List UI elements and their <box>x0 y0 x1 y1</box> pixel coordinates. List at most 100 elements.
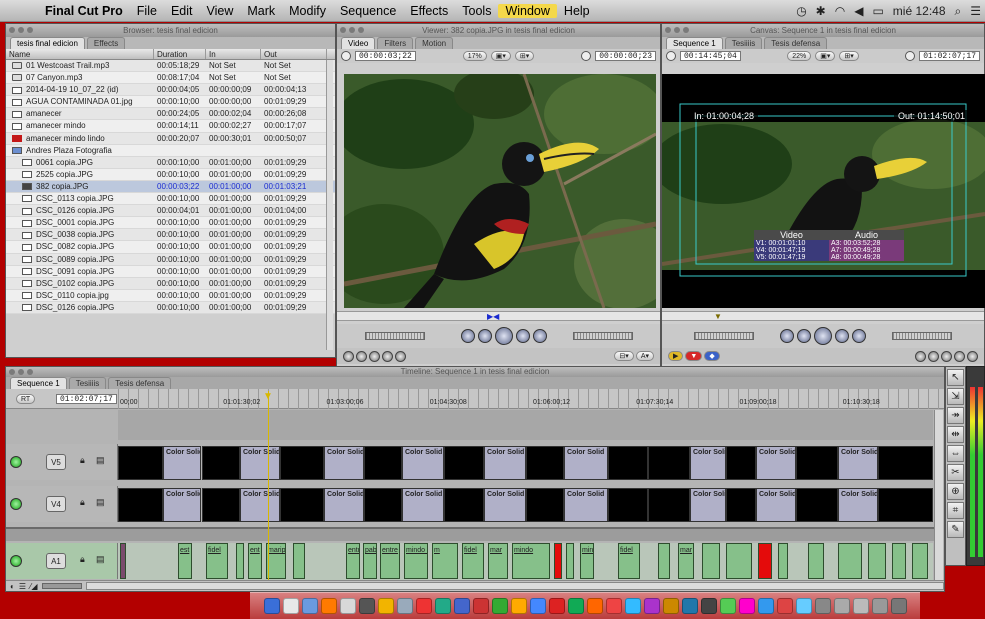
minimize-button[interactable] <box>349 27 355 33</box>
browser-row[interactable]: AGUA CONTAMINADA 01.jpg 00:00:10;00 00:00:… <box>6 96 335 109</box>
mail-icon[interactable] <box>339 598 356 614</box>
safari-icon[interactable] <box>301 598 318 614</box>
audio-clip[interactable] <box>554 543 562 579</box>
audio-clip[interactable]: maripo <box>266 543 286 579</box>
previous-edit-button[interactable] <box>460 329 475 343</box>
browser-row[interactable]: DSC_0102 copia.JPG 00:00:10;00 00:01:00;00… <box>6 277 335 290</box>
playhead-handle-icon[interactable]: ▼ <box>263 391 273 402</box>
match-frame-button[interactable] <box>343 350 354 362</box>
tab-effects[interactable]: Effects <box>86 37 126 49</box>
audio-clip[interactable] <box>726 543 752 579</box>
tab-sequence-1[interactable]: Sequence 1 <box>666 37 723 49</box>
menu-mark[interactable]: Mark <box>240 4 282 18</box>
shuttle-control[interactable] <box>364 332 425 340</box>
close-button[interactable] <box>665 27 671 33</box>
play-around-button[interactable] <box>835 329 849 343</box>
audio-clip[interactable] <box>892 543 906 579</box>
video-clip[interactable] <box>796 446 838 480</box>
audio-clip[interactable] <box>293 543 305 579</box>
video-clip[interactable] <box>648 446 690 480</box>
tab-tesiiiis[interactable]: Tesiiiis <box>724 37 763 49</box>
playhead-marker-icon[interactable]: ▼ <box>714 312 722 321</box>
track-v5-label[interactable]: V5 <box>46 454 66 470</box>
browser-row[interactable]: DSC_0089 copia.JPG 00:00:10;00 00:01:00;00… <box>6 253 335 266</box>
battery-icon[interactable]: ▭ <box>872 4 883 18</box>
column-duration[interactable]: Duration <box>154 49 206 59</box>
tab-filters[interactable]: Filters <box>377 37 414 49</box>
track-autoselect-icon[interactable]: ▤ <box>96 455 105 466</box>
replace-edit-button[interactable]: ◆ <box>704 351 720 361</box>
minimize-button[interactable] <box>18 369 24 375</box>
video-clip[interactable] <box>726 488 756 522</box>
canvas-scrubber[interactable]: ▼ <box>662 311 984 321</box>
track-audible-toggle[interactable] <box>10 555 22 567</box>
tab-tesiiiis[interactable]: Tesiiiis <box>68 377 107 389</box>
applications-icon[interactable] <box>871 598 888 614</box>
razor-tool-icon[interactable]: ✂ <box>947 464 964 481</box>
system-preferences-icon[interactable] <box>529 598 546 614</box>
browser-row[interactable]: Andres Plaza Fotografia <box>6 144 335 157</box>
chrome-icon[interactable] <box>567 598 584 614</box>
tab-video[interactable]: Video <box>341 37 376 49</box>
tab-tesis-final-edicion[interactable]: tesis final edicion <box>10 37 85 49</box>
track-a1-label[interactable]: A1 <box>46 553 66 569</box>
video-clip[interactable]: Color Solid <box>163 488 201 522</box>
final-cut-icon[interactable] <box>719 598 736 614</box>
zoom-button[interactable] <box>27 369 33 375</box>
mark-in-button[interactable] <box>928 350 939 362</box>
audio-clip[interactable] <box>236 543 244 579</box>
browser-row[interactable]: DSC_0091 copia.JPG 00:00:10;00 00:01:00;00… <box>6 265 335 278</box>
app-menu[interactable]: Final Cut Pro <box>38 4 130 18</box>
rt-popup[interactable]: RT <box>16 394 36 404</box>
finder-icon[interactable] <box>263 598 280 614</box>
audio-clip[interactable]: entrev <box>346 543 360 579</box>
menu-tools[interactable]: Tools <box>455 4 498 18</box>
overlay-popup-icon[interactable]: ⊞▾ <box>514 51 535 61</box>
shuttle-dial-icon[interactable] <box>341 51 351 61</box>
audio-clip[interactable]: entre <box>380 543 400 579</box>
video-clip[interactable] <box>726 446 756 480</box>
video-clip[interactable]: Color Solid <box>484 488 526 522</box>
word-icon[interactable] <box>662 598 679 614</box>
viewer-scrubber[interactable]: ▶◀ <box>337 311 660 321</box>
video-clip[interactable]: Color Solid <box>240 488 280 522</box>
selection-tool-icon[interactable]: ↖ <box>947 369 964 386</box>
video-clip[interactable]: Color Solid <box>838 488 878 522</box>
browser-scrollbar[interactable] <box>326 60 333 350</box>
generator-popup[interactable]: A▾ <box>635 351 654 361</box>
video-clip[interactable]: Color Solid <box>690 488 726 522</box>
excel-icon[interactable] <box>700 598 717 614</box>
mark-in-button[interactable] <box>356 350 367 362</box>
browser-row[interactable]: amanecer mindo lindo 00:00:20;07 00:00:30;… <box>6 132 335 145</box>
canvas-titlebar[interactable]: Canvas: Sequence 1 in tesis final edicio… <box>662 24 984 37</box>
menu-help[interactable]: Help <box>557 4 597 18</box>
timeline-titlebar[interactable]: Timeline: Sequence 1 in tesis final edic… <box>6 367 944 377</box>
menu-effects[interactable]: Effects <box>403 4 455 18</box>
browser-row[interactable]: CSC_0126 copia.JPG 00:00:04;01 00:01:00;00… <box>6 205 335 218</box>
shuttle-control[interactable] <box>694 332 754 340</box>
track-v4-label[interactable]: V4 <box>46 496 66 512</box>
timeline-vertical-scrollbar[interactable] <box>934 410 943 580</box>
next-edit-button[interactable] <box>532 329 547 343</box>
messages-icon[interactable] <box>434 598 451 614</box>
timeline-ruler[interactable]: 00;00 01:01:30;02 01:03:00;06 01:04:30;08 01… <box>118 389 944 409</box>
video-clip[interactable] <box>526 446 564 480</box>
video-clip[interactable] <box>364 446 402 480</box>
compressor-icon[interactable] <box>738 598 755 614</box>
after-effects-icon[interactable] <box>643 598 660 614</box>
video-clip[interactable] <box>608 446 648 480</box>
firefox-icon[interactable] <box>320 598 337 614</box>
overlay-popup-icon[interactable]: ⊞▾ <box>839 51 859 61</box>
clock-dial-icon[interactable] <box>581 51 592 61</box>
trash-icon[interactable] <box>890 598 907 614</box>
video-clip[interactable] <box>796 488 838 522</box>
menu-file[interactable]: File <box>130 4 164 18</box>
photo-booth-icon[interactable] <box>415 598 432 614</box>
audio-clip[interactable]: ent <box>248 543 262 579</box>
opera-icon[interactable] <box>548 598 565 614</box>
powerpoint-icon[interactable] <box>681 598 698 614</box>
documents-icon[interactable] <box>852 598 869 614</box>
audio-clip[interactable] <box>838 543 862 579</box>
track-lock-icon[interactable]: 🔒︎ <box>80 497 85 508</box>
browser-row[interactable]: 01 Westcoast Trail.mp3 00:05:18;29 Not Set… <box>6 60 335 73</box>
